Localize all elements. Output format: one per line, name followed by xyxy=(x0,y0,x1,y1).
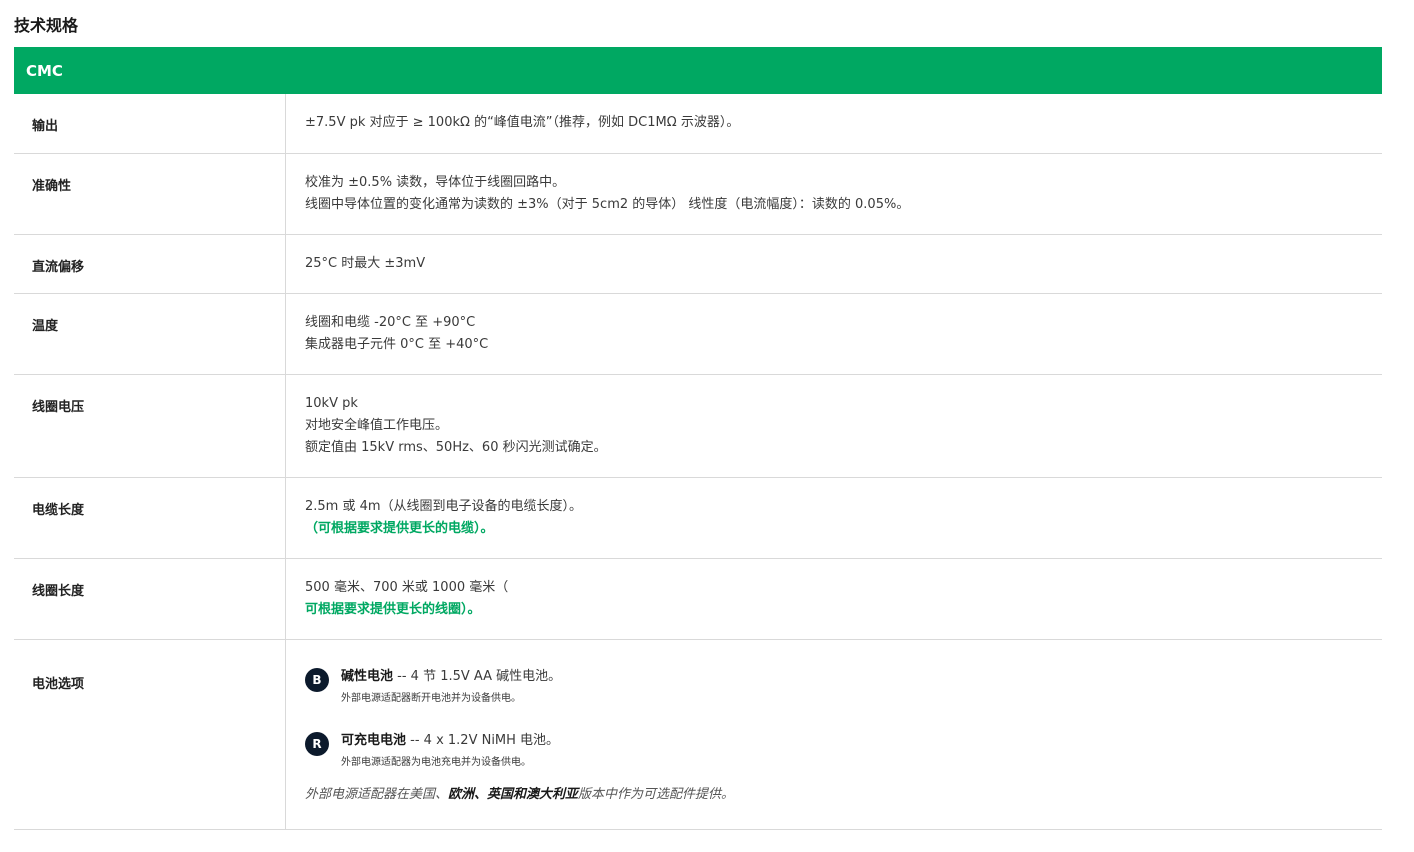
spec-label: 线圈电压 xyxy=(14,375,286,477)
battery-footnote: 外部电源适配器在美国、欧洲、英国和澳大利亚版本中作为可选配件提供。 xyxy=(305,784,1382,806)
spec-row-dc-offset: 直流偏移 25°C 时最大 ±3mV xyxy=(14,235,1382,294)
spec-label: 准确性 xyxy=(14,154,286,234)
spec-line: 对地安全峰值工作电压。 xyxy=(305,418,449,433)
battery-title: 可充电电池 xyxy=(341,733,407,748)
page-title: 技术规格 xyxy=(14,16,79,35)
spec-value: 10kV pk 对地安全峰值工作电压。 额定值由 15kV rms、50Hz、6… xyxy=(286,375,1382,477)
spec-line: ±7.5V pk 对应于 ≥ 100kΩ 的“峰值电流”（推荐，例如 DC1MΩ… xyxy=(305,115,740,130)
spec-highlight-note: 可根据要求提供更长的线圈）。 xyxy=(305,602,481,617)
spec-label: 温度 xyxy=(14,294,286,374)
spec-row-temperature: 温度 线圈和电缆 -20°C 至 +90°C 集成器电子元件 0°C 至 +40… xyxy=(14,294,1382,375)
spec-line: 集成器电子元件 0°C 至 +40°C xyxy=(305,337,489,352)
spec-highlight-note: （可根据要求提供更长的电缆）。 xyxy=(305,521,494,536)
battery-note: 外部电源适配器断开电池并为设备供电。 xyxy=(341,693,521,704)
battery-badge: R xyxy=(305,732,329,756)
spec-value: 2.5m 或 4m（从线圈到电子设备的电缆长度）。 （可根据要求提供更长的电缆）… xyxy=(286,478,1382,558)
spec-line: 校准为 ±0.5% 读数，导体位于线圈回路中。 xyxy=(305,175,566,190)
footnote-regions: 欧洲、英国和澳大利亚 xyxy=(448,787,579,802)
spec-line: 线圈中导体位置的变化通常为读数的 ±3%（对于 5cm2 的导体） 线性度（电流… xyxy=(305,197,910,212)
spec-row-coil-length: 线圈长度 500 毫米、700 米或 1000 毫米（ 可根据要求提供更长的线圈… xyxy=(14,559,1382,640)
battery-option-text: 碱性电池 -- 4 节 1.5V AA 碱性电池。 xyxy=(341,668,561,686)
battery-option-rechargeable: R 可充电电池 -- 4 x 1.2V NiMH 电池。 外部电源适配器为电池充… xyxy=(305,732,1382,770)
spec-value: 500 毫米、700 米或 1000 毫米（ 可根据要求提供更长的线圈）。 xyxy=(286,559,1382,639)
spec-line: 线圈和电缆 -20°C 至 +90°C xyxy=(305,315,476,330)
spec-row-accuracy: 准确性 校准为 ±0.5% 读数，导体位于线圈回路中。 线圈中导体位置的变化通常… xyxy=(14,154,1382,235)
spec-line: 额定值由 15kV rms、50Hz、60 秒闪光测试确定。 xyxy=(305,440,607,455)
battery-detail: -- 4 节 1.5V AA 碱性电池。 xyxy=(393,669,562,684)
spec-line: 2.5m 或 4m（从线圈到电子设备的电缆长度）。 xyxy=(305,499,583,514)
battery-option-text: 可充电电池 -- 4 x 1.2V NiMH 电池。 xyxy=(341,732,559,750)
spec-line: 500 毫米、700 米或 1000 毫米（ xyxy=(305,580,509,595)
spec-table: CMC 输出 ±7.5V pk 对应于 ≥ 100kΩ 的“峰值电流”（推荐，例… xyxy=(14,47,1382,830)
spec-label: 直流偏移 xyxy=(14,235,286,293)
spec-value: B 碱性电池 -- 4 节 1.5V AA 碱性电池。 外部电源适配器断开电池并… xyxy=(286,640,1382,829)
battery-title: 碱性电池 xyxy=(341,669,394,684)
spec-value: 校准为 ±0.5% 读数，导体位于线圈回路中。 线圈中导体位置的变化通常为读数的… xyxy=(286,154,1382,234)
spec-row-cable-length: 电缆长度 2.5m 或 4m（从线圈到电子设备的电缆长度）。 （可根据要求提供更… xyxy=(14,478,1382,559)
table-header: CMC xyxy=(14,47,1382,94)
spec-row-battery-options: 电池选项 B 碱性电池 -- 4 节 1.5V AA 碱性电池。 外部电源适配器… xyxy=(14,640,1382,830)
spec-label: 线圈长度 xyxy=(14,559,286,639)
spec-label: 电缆长度 xyxy=(14,478,286,558)
spec-row-output: 输出 ±7.5V pk 对应于 ≥ 100kΩ 的“峰值电流”（推荐，例如 DC… xyxy=(14,94,1382,154)
spec-line: 25°C 时最大 ±3mV xyxy=(305,256,426,271)
battery-badge: B xyxy=(305,668,329,692)
spec-row-coil-voltage: 线圈电压 10kV pk 对地安全峰值工作电压。 额定值由 15kV rms、5… xyxy=(14,375,1382,478)
footnote-suffix: 版本中作为可选配件提供。 xyxy=(578,787,735,802)
battery-option-alkaline: B 碱性电池 -- 4 节 1.5V AA 碱性电池。 外部电源适配器断开电池并… xyxy=(305,668,1382,706)
spec-value: 25°C 时最大 ±3mV xyxy=(286,235,1382,293)
spec-label: 输出 xyxy=(14,94,286,153)
spec-line: 10kV pk xyxy=(305,396,358,411)
battery-detail: -- 4 x 1.2V NiMH 电池。 xyxy=(406,733,560,748)
footnote-prefix: 外部电源适配器在美国、 xyxy=(305,787,449,802)
spec-label: 电池选项 xyxy=(14,640,286,829)
battery-note: 外部电源适配器为电池充电并为设备供电。 xyxy=(341,757,531,768)
spec-value: ±7.5V pk 对应于 ≥ 100kΩ 的“峰值电流”（推荐，例如 DC1MΩ… xyxy=(286,94,1382,153)
spec-value: 线圈和电缆 -20°C 至 +90°C 集成器电子元件 0°C 至 +40°C xyxy=(286,294,1382,374)
